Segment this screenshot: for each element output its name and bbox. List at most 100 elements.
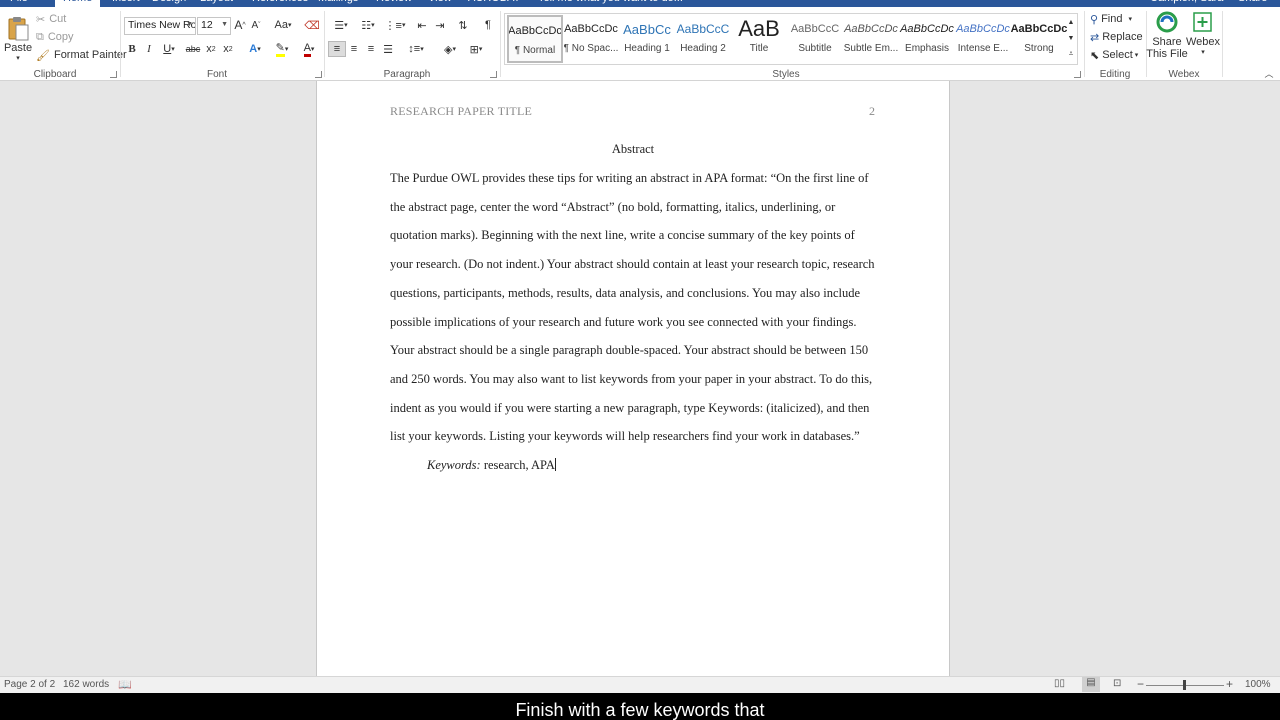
clipboard-dialog-launcher[interactable]: [110, 71, 117, 78]
increase-indent-icon: ⇥: [435, 19, 445, 32]
font-dialog-launcher[interactable]: [315, 71, 322, 78]
tab-mailings[interactable]: Mailings: [318, 0, 358, 4]
tab-layout[interactable]: Layout: [200, 0, 233, 4]
word-count-status[interactable]: 162 words: [63, 679, 109, 690]
tab-file[interactable]: File: [10, 0, 28, 4]
style-title[interactable]: AaB Title: [731, 15, 787, 63]
tab-share[interactable]: Share: [1238, 0, 1267, 4]
tab-home[interactable]: Home: [55, 0, 101, 7]
paste-button[interactable]: Paste ▾: [4, 13, 32, 65]
align-left-icon: ≡: [333, 43, 341, 55]
numbering-button[interactable]: ☷ ▾: [357, 18, 379, 32]
eraser-icon: ⌫: [304, 19, 320, 32]
zoom-in-button[interactable]: +: [1226, 677, 1233, 691]
styles-more-button[interactable]: ⩡: [1066, 47, 1076, 61]
align-left-button[interactable]: ≡: [328, 41, 346, 57]
webex-button[interactable]: Webex ▾: [1186, 11, 1220, 67]
copy-label: Copy: [47, 31, 74, 43]
font-color-icon: A: [303, 42, 311, 57]
change-case-button[interactable]: Aa ▾: [272, 18, 294, 32]
subscript-button[interactable]: x2: [204, 42, 218, 56]
center-button[interactable]: ≡: [346, 41, 362, 57]
grow-font-button[interactable]: A ^: [234, 18, 246, 32]
replace-button[interactable]: ⇄ Replace: [1090, 30, 1143, 44]
style-sample: AaBbCcDc: [1011, 23, 1067, 35]
italic-button[interactable]: I: [143, 42, 155, 56]
style-normal[interactable]: AaBbCcDc ¶ Normal: [507, 15, 563, 63]
select-button[interactable]: ⬉ Select ▾: [1090, 48, 1138, 62]
align-right-button[interactable]: ≡: [363, 41, 379, 57]
zoom-slider[interactable]: [1146, 680, 1224, 690]
zoom-out-button[interactable]: −: [1137, 677, 1144, 691]
tab-review[interactable]: Review: [376, 0, 412, 4]
bullets-button[interactable]: ☰ ▾: [330, 18, 352, 32]
sort-button[interactable]: ⇅: [455, 18, 471, 32]
zoom-slider-thumb[interactable]: [1183, 680, 1186, 690]
style-sample: AaB: [738, 16, 780, 41]
style-intense-e[interactable]: AaBbCcDc Intense E...: [955, 15, 1011, 63]
superscript-button[interactable]: x2: [221, 42, 235, 56]
keywords-line[interactable]: Keywords: research, APA: [427, 458, 556, 473]
shading-button[interactable]: ◈ ▾: [438, 41, 462, 57]
tab-acrobat[interactable]: ACROBAT: [468, 0, 520, 4]
font-size-dropdown[interactable]: 12 ▼: [197, 17, 231, 35]
style-subtitle[interactable]: AaBbCcC Subtitle: [787, 15, 843, 63]
styles-dialog-launcher[interactable]: [1074, 71, 1081, 78]
style-strong[interactable]: AaBbCcDc Strong: [1011, 15, 1067, 63]
collapse-ribbon-button[interactable]: ︿: [1262, 67, 1276, 79]
page-count-status[interactable]: Page 2 of 2: [4, 679, 55, 690]
style-subtle-em[interactable]: AaBbCcDc Subtle Em...: [843, 15, 899, 63]
zoom-level[interactable]: 100%: [1245, 679, 1271, 690]
tab-campion-sara[interactable]: Campion, Sara: [1150, 0, 1223, 4]
styles-scroll-up[interactable]: ▲: [1066, 15, 1076, 29]
style-no-spac[interactable]: AaBbCcDc ¶ No Spac...: [563, 15, 619, 63]
cut-button[interactable]: ✂ Cut: [36, 12, 66, 26]
multilevel-list-button[interactable]: ⋮≡ ▾: [384, 18, 406, 32]
styles-scroll-down[interactable]: ▼: [1066, 31, 1076, 45]
shrink-font-button[interactable]: Aˇ: [250, 18, 262, 32]
text-effects-button[interactable]: A ▾: [244, 42, 266, 56]
clear-formatting-button[interactable]: ⌫: [304, 18, 320, 32]
increase-indent-button[interactable]: ⇥: [432, 18, 448, 32]
style-name: Intense E...: [957, 43, 1009, 54]
underline-button[interactable]: U ▾: [160, 42, 178, 56]
proofing-icon[interactable]: 📖: [118, 678, 132, 691]
show-formatting-marks-button[interactable]: ¶: [480, 18, 496, 32]
copy-button[interactable]: ⧉ Copy: [36, 30, 74, 44]
chevron-down-icon: ▼: [221, 21, 228, 28]
web-layout-icon[interactable]: ⊡: [1113, 678, 1121, 689]
justify-button[interactable]: ☰: [380, 41, 396, 57]
tab-references[interactable]: References: [252, 0, 308, 4]
clipboard-group-label: Clipboard: [33, 69, 77, 80]
share-this-file-button[interactable]: Share This File: [1146, 11, 1188, 67]
borders-button[interactable]: ⊞ ▾: [464, 41, 488, 57]
tab-insert[interactable]: Insert: [112, 0, 140, 4]
style-sample: AaBbCc: [623, 21, 671, 37]
format-painter-button[interactable]: 🖌 Format Painter: [36, 48, 127, 62]
tab-tell-me-what-you-want-to-do[interactable]: Tell me what you want to do...: [538, 0, 683, 4]
style-emphasis[interactable]: AaBbCcDc Emphasis: [899, 15, 955, 63]
highlight-color-button[interactable]: ✎ ▾: [270, 42, 294, 57]
strikethrough-button[interactable]: abc: [185, 42, 201, 56]
font-family-dropdown[interactable]: Times New Ro ▼: [124, 17, 196, 35]
style-sample: AaBbCcDc: [564, 23, 618, 35]
decrease-indent-button[interactable]: ⇤: [414, 18, 430, 32]
styles-group-label: Styles: [772, 69, 800, 80]
document-page[interactable]: RESEARCH PAPER TITLE 2 Abstract The Purd…: [316, 81, 950, 676]
style-heading-1[interactable]: AaBbCc Heading 1: [619, 15, 675, 63]
divider: [120, 11, 121, 77]
read-mode-icon[interactable]: ▯▯: [1054, 678, 1065, 689]
line-spacing-button[interactable]: ↕≡ ▾: [404, 41, 428, 57]
paste-label: Paste: [3, 42, 33, 54]
tab-view[interactable]: View: [428, 0, 452, 4]
print-layout-icon[interactable]: ▤: [1082, 677, 1100, 692]
find-button[interactable]: ⚲ Find ▾: [1090, 12, 1132, 26]
divider: [1222, 11, 1223, 77]
font-color-button[interactable]: A ▾: [298, 42, 320, 57]
style-heading-2[interactable]: AaBbCcC Heading 2: [675, 15, 731, 63]
paragraph-dialog-launcher[interactable]: [490, 71, 497, 78]
bold-button[interactable]: B: [126, 42, 138, 56]
keywords-value: research, APA: [480, 458, 555, 472]
tab-design[interactable]: Design: [152, 0, 186, 4]
this-file-label: This File: [1146, 48, 1188, 60]
